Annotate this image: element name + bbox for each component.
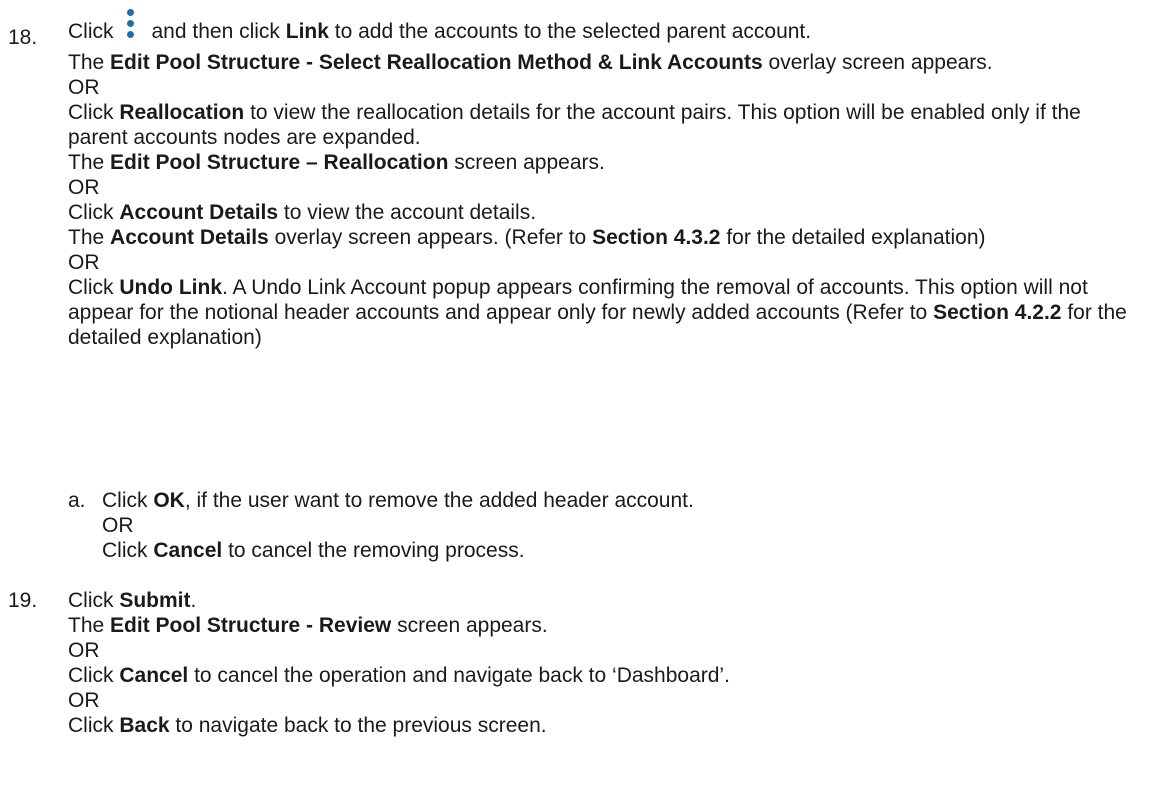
paragraph: The Edit Pool Structure - Review screen … — [68, 614, 548, 637]
or-separator: OR — [68, 251, 100, 274]
section-reference: Section 4.3.2 — [592, 226, 721, 249]
ok-label: OK — [153, 489, 185, 512]
or-separator: OR — [68, 639, 100, 662]
back-label: Back — [119, 714, 170, 737]
paragraph: The Edit Pool Structure - Select Realloc… — [68, 51, 993, 74]
option-name: Undo Link — [119, 276, 222, 299]
paragraph: Click Reallocation to view the reallocat… — [68, 101, 1081, 149]
paragraph: Click Cancel to cancel the operation and… — [68, 664, 730, 687]
submit-label: Submit — [119, 589, 191, 612]
paragraph: Click Account Details to view the accoun… — [68, 201, 537, 224]
paragraph: Click Back to navigate back to the previ… — [68, 714, 547, 737]
paragraph: Click Undo Link. A Undo Link Account pop… — [68, 276, 1127, 349]
step-body: Click Submit. The Edit Pool Structure - … — [68, 588, 1146, 738]
option-name: Reallocation — [119, 101, 245, 124]
or-separator: OR — [68, 76, 100, 99]
sub-step-body: Click OK, if the user want to remove the… — [102, 488, 1142, 563]
or-separator: OR — [68, 176, 100, 199]
step-body: Click and then click Link to add the acco… — [68, 0, 1146, 350]
section-reference: Section 4.2.2 — [933, 301, 1062, 324]
screen-name: Edit Pool Structure – Reallocation — [110, 151, 449, 174]
screen-name: Edit Pool Structure - Select Reallocatio… — [110, 51, 763, 74]
paragraph: The Edit Pool Structure – Reallocation s… — [68, 151, 605, 174]
link-label: Link — [285, 20, 329, 43]
option-name: Account Details — [119, 201, 279, 224]
cancel-label: Cancel — [153, 539, 223, 562]
or-separator: OR — [68, 689, 100, 712]
step-number: 18. — [8, 26, 38, 49]
kebab-menu-icon — [120, 0, 142, 50]
paragraph: The Account Details overlay screen appea… — [68, 226, 986, 249]
paragraph: Click OK, if the user want to remove the… — [102, 489, 694, 512]
screen-name: Account Details — [110, 226, 269, 249]
step-19: 19. Click Submit. The Edit Pool Structur… — [0, 588, 1152, 798]
sub-step-letter: a. — [68, 489, 86, 512]
step-number: 19. — [8, 589, 38, 612]
step-18: 18. Click and then click Link to add the … — [0, 0, 1152, 563]
screen-name: Edit Pool Structure - Review — [110, 614, 392, 637]
step-intro: Click and then click Link to add the acco… — [68, 0, 1146, 50]
paragraph: Click Cancel to cancel the removing proc… — [102, 539, 525, 562]
paragraph: Click Submit. — [68, 589, 197, 612]
or-separator: OR — [102, 514, 134, 537]
cancel-label: Cancel — [119, 664, 189, 687]
